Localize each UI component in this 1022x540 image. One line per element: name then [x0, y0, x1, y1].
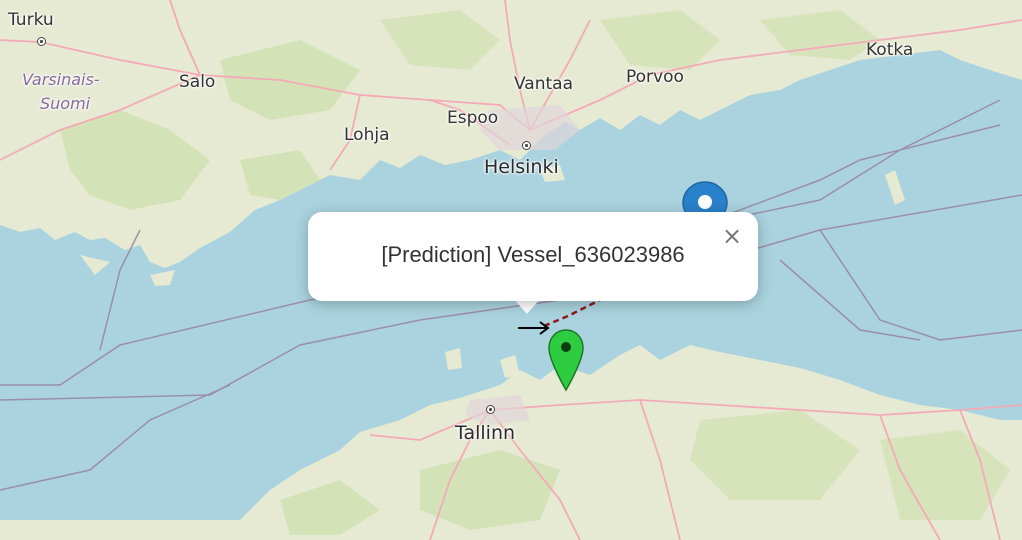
- turku-dot: [37, 37, 46, 46]
- popup-text: [Prediction] Vessel_636023986: [381, 242, 685, 267]
- helsinki-dot: [522, 141, 531, 150]
- tallinn-dot: [486, 405, 495, 414]
- vessel-popup: [Prediction] Vessel_636023986 ×: [308, 212, 758, 301]
- close-icon[interactable]: ×: [720, 224, 744, 248]
- map-canvas[interactable]: Turku Salo Varsinais- Suomi Lohja Espoo …: [0, 0, 1022, 540]
- arrow-right-icon: [518, 321, 550, 335]
